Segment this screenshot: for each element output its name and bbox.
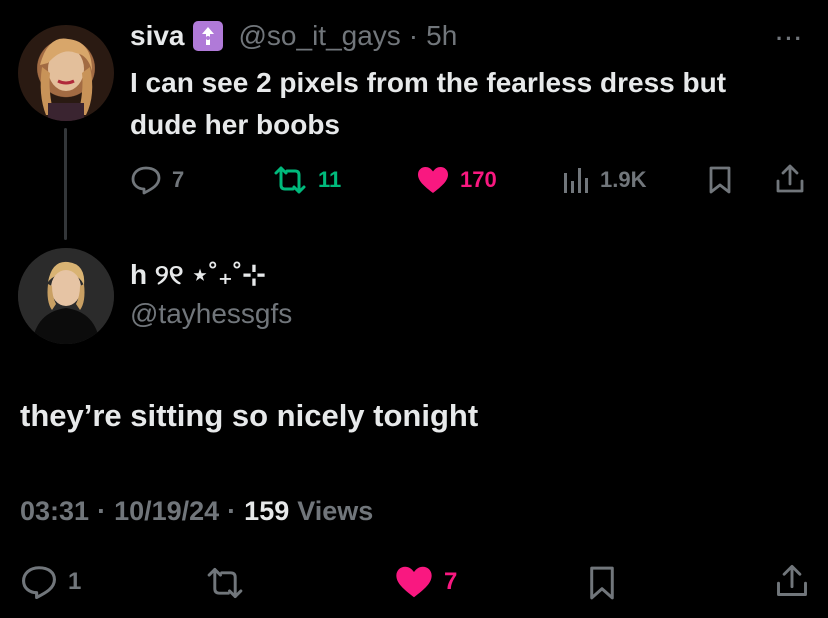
reply-count: 1	[68, 568, 82, 595]
like-count: 7	[444, 568, 458, 595]
share-icon	[777, 564, 807, 596]
main-tweet-handle[interactable]: @tayhessgfs	[130, 298, 292, 330]
avatar-image	[18, 248, 114, 344]
views-label: Views	[297, 496, 374, 526]
reply-button[interactable]: 1	[20, 564, 81, 600]
parent-tweet-text-line-1: I can see 2 pixels from the fearless dre…	[130, 67, 727, 98]
share-button[interactable]	[774, 163, 806, 200]
main-tweet-meta: 03:31 · 10/19/24 · 159 Views	[20, 496, 373, 527]
retweet-button[interactable]: 11	[272, 165, 341, 195]
avatar-image	[40, 38, 93, 121]
share-icon	[776, 164, 804, 193]
separator-dot: ·	[97, 496, 107, 526]
reply-button[interactable]: 7	[130, 165, 184, 195]
heart-filled-icon	[396, 566, 432, 598]
retweet-button[interactable]	[204, 566, 246, 605]
separator-dot: ·	[227, 496, 237, 526]
views-button[interactable]: 1.9K	[562, 165, 646, 195]
main-tweet-display-name[interactable]: h ୨୧ ⋆˚₊˚⊹	[130, 258, 266, 292]
handle[interactable]: @so_it_gays	[239, 20, 401, 52]
heart-filled-icon	[418, 167, 448, 193]
thread-connector-line	[64, 128, 67, 240]
like-button[interactable]: 7	[394, 564, 457, 600]
views-count: 1.9K	[600, 167, 647, 192]
avatar-tayhessgfs[interactable]	[18, 248, 114, 344]
separator-dot: ·	[408, 20, 419, 51]
tweet-date[interactable]: 10/19/24	[114, 496, 219, 527]
parent-tweet-text-line-2: dude her boobs	[130, 109, 340, 140]
main-tweet-text: they’re sitting so nicely tonight	[20, 398, 479, 433]
avatar-siva[interactable]	[18, 25, 114, 121]
views-chart-icon	[564, 168, 588, 193]
retweet-icon	[207, 567, 243, 599]
bookmark-button[interactable]	[706, 165, 734, 200]
time-ago[interactable]: 5h	[426, 20, 457, 52]
like-button[interactable]: 170	[416, 165, 497, 195]
badge-emoji-icon	[192, 21, 223, 51]
reply-icon	[22, 566, 56, 599]
display-name: h ୨୧ ⋆˚₊˚⊹	[130, 259, 266, 290]
share-button[interactable]	[774, 562, 810, 605]
more-options-icon[interactable]: ···	[776, 26, 804, 52]
like-count: 170	[460, 167, 497, 192]
parent-tweet-header: siva @so_it_gays · 5h	[130, 20, 457, 52]
display-name[interactable]: siva	[130, 20, 185, 52]
parent-tweet-text: I can see 2 pixels from the fearless dre…	[130, 62, 726, 146]
bookmark-icon	[709, 166, 731, 194]
tweet-time[interactable]: 03:31	[20, 496, 89, 527]
bookmark-icon	[590, 566, 614, 600]
retweet-count: 11	[318, 167, 342, 192]
retweet-icon	[274, 166, 306, 194]
reply-count: 7	[172, 167, 185, 192]
bookmark-button[interactable]	[586, 564, 618, 607]
reply-icon	[131, 166, 161, 195]
views-count: 159	[244, 496, 290, 526]
